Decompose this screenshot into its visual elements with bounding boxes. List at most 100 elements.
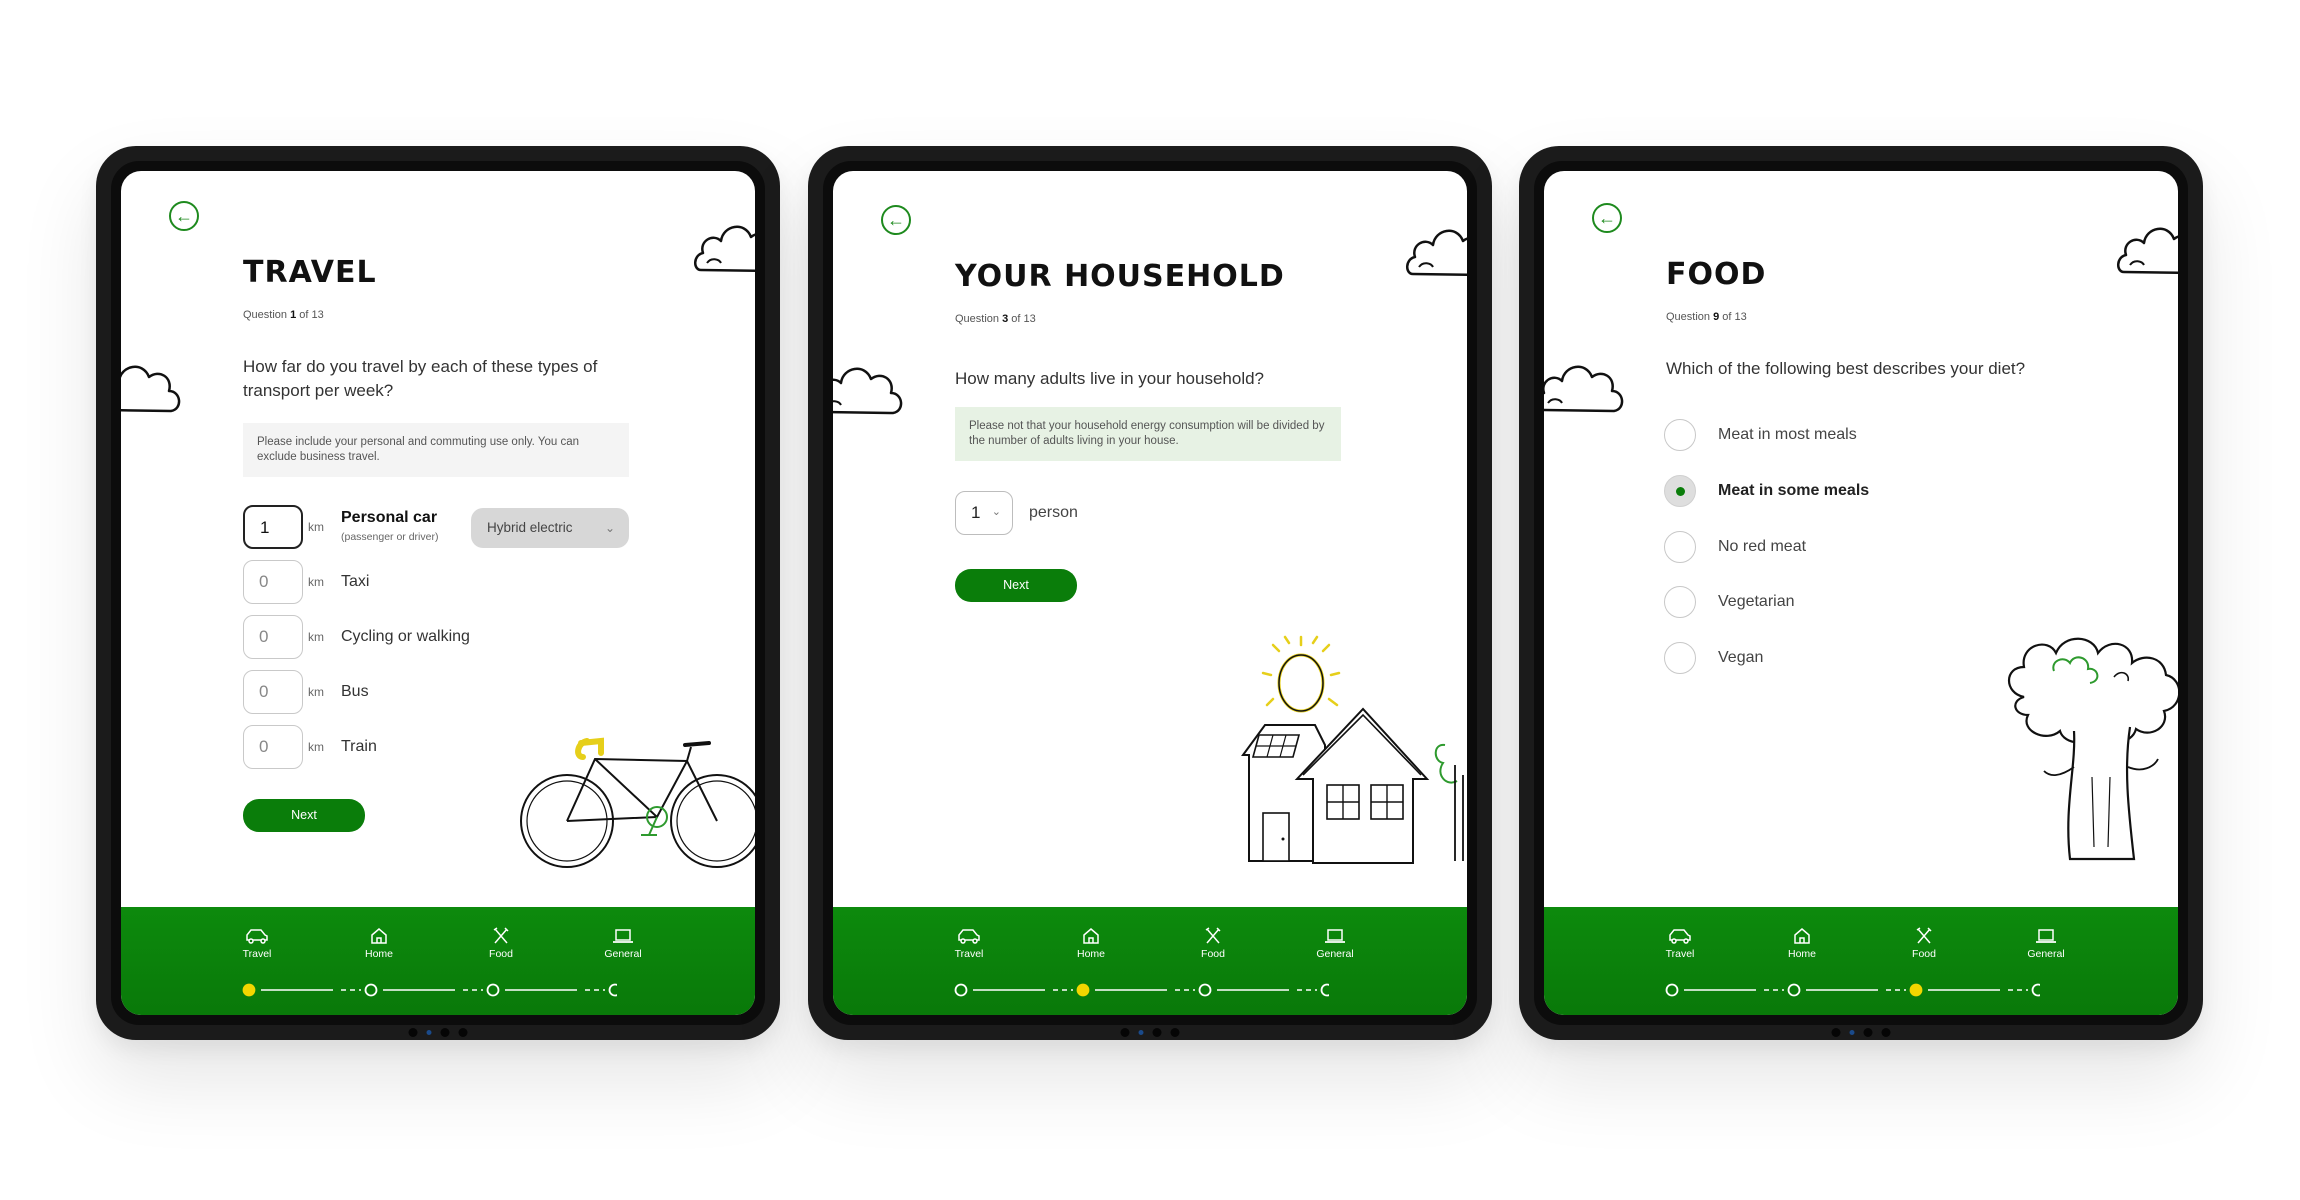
nav-item-travel[interactable]: Travel — [227, 927, 287, 960]
progress-track — [1665, 983, 2040, 997]
nav-label: Home — [364, 948, 393, 960]
progress-step — [2031, 983, 2040, 997]
diet-option[interactable]: Meat in most meals — [1664, 419, 1857, 451]
house-icon — [1083, 928, 1099, 944]
distance-input[interactable]: 0 — [243, 615, 303, 659]
laptop-icon — [2036, 929, 2056, 943]
transport-label: Train — [341, 738, 377, 755]
car-type-select[interactable]: Hybrid electric ⌄ — [471, 508, 629, 548]
diet-option[interactable]: Vegan — [1664, 642, 1763, 674]
nav-item-home[interactable]: Home — [1772, 927, 1832, 960]
travel-screen: ← TRAVEL Question 1 of 13 How far do you… — [121, 171, 755, 1015]
radio-button-selected[interactable] — [1664, 475, 1696, 507]
diet-option[interactable]: Meat in some meals — [1664, 475, 1869, 507]
nav-label: General — [1316, 948, 1354, 960]
chevron-down-icon: ⌄ — [991, 506, 1001, 518]
progress-step — [1198, 983, 1212, 997]
transport-label: Taxi — [341, 573, 370, 590]
option-label: Vegetarian — [1718, 593, 1795, 610]
progress-track — [242, 983, 617, 997]
progress-step — [954, 983, 968, 997]
nav-item-food[interactable]: Food — [1183, 927, 1243, 960]
unit-label: km — [308, 685, 324, 699]
tablet-travel: ← TRAVEL Question 1 of 13 How far do you… — [96, 146, 780, 1040]
question-text: Which of the following best describes yo… — [1666, 359, 2026, 378]
option-label: Meat in some meals — [1718, 482, 1870, 499]
nav-item-general[interactable]: General — [2016, 927, 2076, 960]
nav-label: Home — [1076, 948, 1105, 960]
transport-label: Cycling or walking — [341, 628, 470, 645]
question-counter: Question 9 of 13 — [1666, 311, 1747, 323]
house-icon — [1794, 928, 1810, 944]
distance-input[interactable]: 1 — [243, 505, 303, 549]
next-button[interactable]: Next — [955, 569, 1077, 602]
arrow-left-icon: ← — [175, 206, 193, 226]
nav-label: Travel — [1665, 948, 1695, 960]
nav-label: Travel — [954, 948, 984, 960]
progress-step — [1665, 983, 1679, 997]
cloud-illustration — [1405, 229, 1467, 277]
nav-item-food[interactable]: Food — [471, 927, 531, 960]
question-text: How far do you travel by each of these t… — [243, 357, 598, 400]
chevron-down-icon: ⌄ — [604, 521, 615, 535]
progress-step-active — [1076, 983, 1090, 997]
progress-track — [954, 983, 1329, 997]
info-note: Please not that your household energy co… — [955, 407, 1341, 461]
nav-item-home[interactable]: Home — [349, 927, 409, 960]
arrow-left-icon: ← — [887, 210, 905, 230]
diet-option[interactable]: No red meat — [1664, 531, 1806, 563]
cutlery-icon — [493, 927, 509, 944]
cutlery-icon — [1205, 927, 1221, 944]
unit-label: km — [308, 630, 324, 644]
nav-label: Food — [1201, 948, 1225, 960]
car-icon — [958, 929, 980, 944]
back-button[interactable]: ← — [169, 201, 199, 231]
back-button[interactable]: ← — [1592, 203, 1622, 233]
transport-label: Bus — [341, 683, 369, 700]
back-button[interactable]: ← — [881, 205, 911, 235]
tablet-household: ← YOUR HOUSEHOLD Question 3 of 13 How ma… — [808, 146, 1492, 1040]
radio-button[interactable] — [1664, 419, 1696, 451]
distance-input[interactable]: 0 — [243, 725, 303, 769]
nav-item-travel[interactable]: Travel — [939, 927, 999, 960]
question-counter: Question 3 of 13 — [955, 313, 1036, 325]
radio-button[interactable] — [1664, 531, 1696, 563]
page-title: TRAVEL — [243, 255, 377, 290]
nav-label: Home — [1787, 948, 1816, 960]
nav-label: Travel — [242, 948, 272, 960]
radio-button[interactable] — [1664, 642, 1696, 674]
bicycle-illustration — [520, 737, 755, 868]
next-button[interactable]: Next — [243, 799, 365, 832]
adults-select[interactable]: 1 ⌄ — [955, 491, 1013, 535]
device-sensors — [1120, 1028, 1180, 1037]
radio-button[interactable] — [1664, 586, 1696, 618]
device-sensors — [408, 1028, 468, 1037]
nav-item-home[interactable]: Home — [1061, 927, 1121, 960]
cloud-illustration — [833, 367, 903, 415]
broccoli-illustration — [2008, 637, 2178, 861]
household-screen: ← YOUR HOUSEHOLD Question 3 of 13 How ma… — [833, 171, 1467, 1015]
house-icon — [371, 928, 387, 944]
page-title: YOUR HOUSEHOLD — [955, 259, 1285, 294]
progress-step — [1787, 983, 1801, 997]
progress-step — [1320, 983, 1329, 997]
progress-step-active — [242, 983, 256, 997]
distance-input[interactable]: 0 — [243, 670, 303, 714]
nav-label: Food — [489, 948, 513, 960]
nav-item-general[interactable]: General — [593, 927, 653, 960]
progress-nav-bar: Travel Home Food General — [121, 907, 755, 1015]
device-sensors — [1831, 1028, 1891, 1037]
unit-label: km — [308, 740, 324, 754]
progress-step — [486, 983, 500, 997]
nav-item-general[interactable]: General — [1305, 927, 1365, 960]
house-sun-illustration — [1241, 635, 1464, 864]
progress-step — [608, 983, 617, 997]
diet-option[interactable]: Vegetarian — [1664, 586, 1795, 618]
laptop-icon — [1325, 929, 1345, 943]
page-title: FOOD — [1666, 257, 1767, 292]
nav-item-food[interactable]: Food — [1894, 927, 1954, 960]
distance-input[interactable]: 0 — [243, 560, 303, 604]
progress-step-active — [1909, 983, 1923, 997]
progress-step — [364, 983, 378, 997]
nav-item-travel[interactable]: Travel — [1650, 927, 1710, 960]
